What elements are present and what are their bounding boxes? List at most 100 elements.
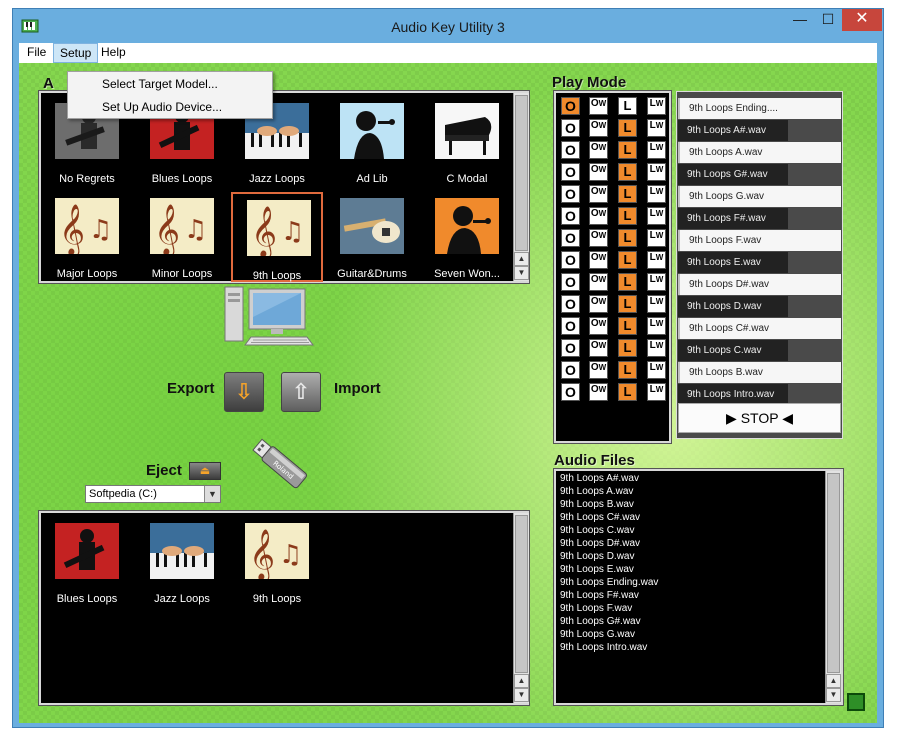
- mode-oneshot-button[interactable]: O: [561, 273, 580, 291]
- audio-file-item[interactable]: 9th Loops G.wav: [560, 629, 635, 640]
- audio-files-scroll-up-button[interactable]: ▲: [826, 674, 841, 688]
- playlist-slot[interactable]: 9th Loops Ending....: [678, 98, 841, 119]
- export-button[interactable]: ⇩: [224, 372, 264, 412]
- mode-loop-button[interactable]: L: [618, 119, 637, 137]
- mode-oneshot-wait-button[interactable]: OW: [589, 383, 608, 401]
- mode-oneshot-button[interactable]: O: [561, 141, 580, 159]
- mode-loop-wait-button[interactable]: LW: [647, 185, 666, 203]
- usb-content-tile[interactable]: Blues Loops: [41, 517, 133, 607]
- mode-oneshot-button[interactable]: O: [561, 207, 580, 225]
- playlist-slot[interactable]: 9th Loops A#.wav: [678, 120, 788, 141]
- audio-files-scrollbar[interactable]: ▲ ▼: [825, 471, 841, 703]
- audio-files-scroll-thumb[interactable]: [827, 473, 840, 673]
- drive-dropdown-arrow-icon[interactable]: ▼: [204, 486, 220, 502]
- mode-oneshot-wait-button[interactable]: OW: [589, 141, 608, 159]
- mode-oneshot-button[interactable]: O: [561, 361, 580, 379]
- mode-oneshot-button[interactable]: O: [561, 295, 580, 313]
- audio-file-item[interactable]: 9th Loops C.wav: [560, 525, 635, 536]
- mode-loop-button[interactable]: L: [618, 185, 637, 203]
- mode-oneshot-wait-button[interactable]: OW: [589, 119, 608, 137]
- mode-loop-button[interactable]: L: [618, 207, 637, 225]
- playlist-slot[interactable]: 9th Loops Intro.wav: [678, 384, 788, 405]
- playlist-slot[interactable]: 9th Loops E.wav: [678, 252, 788, 273]
- title-bar[interactable]: Audio Key Utility 3 — ☐ ✕: [13, 9, 883, 43]
- library-tile[interactable]: C Modal: [421, 97, 513, 187]
- mode-oneshot-wait-button[interactable]: OW: [589, 317, 608, 335]
- mode-oneshot-button[interactable]: O: [561, 97, 580, 115]
- mode-oneshot-wait-button[interactable]: OW: [589, 251, 608, 269]
- library-scroll-thumb[interactable]: [515, 95, 528, 251]
- mode-loop-button[interactable]: L: [618, 361, 637, 379]
- playlist-slot[interactable]: 9th Loops F.wav: [678, 230, 841, 251]
- maximize-button[interactable]: ☐: [814, 9, 842, 31]
- usb-content-scroll-down-button[interactable]: ▼: [514, 688, 529, 702]
- mode-loop-wait-button[interactable]: LW: [647, 295, 666, 313]
- mode-loop-wait-button[interactable]: LW: [647, 141, 666, 159]
- mode-oneshot-button[interactable]: O: [561, 383, 580, 401]
- audio-file-item[interactable]: 9th Loops Ending.wav: [560, 577, 658, 588]
- mode-loop-wait-button[interactable]: LW: [647, 97, 666, 115]
- library-tile[interactable]: 𝄞 ♫ Major Loops: [41, 192, 133, 282]
- mode-loop-button[interactable]: L: [618, 97, 637, 115]
- mode-oneshot-button[interactable]: O: [561, 317, 580, 335]
- library-tile[interactable]: Guitar&Drums: [326, 192, 418, 282]
- mode-oneshot-button[interactable]: O: [561, 229, 580, 247]
- library-scrollbar[interactable]: ▲ ▼: [513, 93, 529, 281]
- playlist-slot[interactable]: 9th Loops C.wav: [678, 340, 788, 361]
- eject-button[interactable]: ⏏: [189, 462, 221, 480]
- mode-oneshot-button[interactable]: O: [561, 119, 580, 137]
- mode-loop-wait-button[interactable]: LW: [647, 251, 666, 269]
- library-tile[interactable]: 𝄞 ♫ Minor Loops: [136, 192, 228, 282]
- mode-oneshot-button[interactable]: O: [561, 339, 580, 357]
- audio-file-item[interactable]: 9th Loops G#.wav: [560, 616, 641, 627]
- import-button[interactable]: ⇧: [281, 372, 321, 412]
- mode-loop-wait-button[interactable]: LW: [647, 119, 666, 137]
- mode-loop-button[interactable]: L: [618, 273, 637, 291]
- mode-loop-button[interactable]: L: [618, 317, 637, 335]
- menu-setup[interactable]: Setup: [53, 43, 99, 63]
- playlist-slot[interactable]: 9th Loops D.wav: [678, 296, 788, 317]
- audio-file-item[interactable]: 9th Loops C#.wav: [560, 512, 640, 523]
- mode-oneshot-wait-button[interactable]: OW: [589, 273, 608, 291]
- usb-content-tile[interactable]: Jazz Loops: [136, 517, 228, 607]
- playlist-slot[interactable]: 9th Loops G#.wav: [678, 164, 788, 185]
- library-scroll-up-button[interactable]: ▲: [514, 252, 529, 266]
- menu-file[interactable]: File: [21, 43, 52, 63]
- mode-oneshot-wait-button[interactable]: OW: [589, 229, 608, 247]
- audio-file-item[interactable]: 9th Loops A#.wav: [560, 473, 639, 484]
- library-tile[interactable]: 𝄞 ♫ 9th Loops: [231, 192, 323, 282]
- mode-oneshot-wait-button[interactable]: OW: [589, 163, 608, 181]
- mode-oneshot-button[interactable]: O: [561, 185, 580, 203]
- audio-file-item[interactable]: 9th Loops F#.wav: [560, 590, 639, 601]
- playlist-slot[interactable]: 9th Loops B.wav: [678, 362, 841, 383]
- mode-loop-button[interactable]: L: [618, 229, 637, 247]
- playlist-slot[interactable]: 9th Loops C#.wav: [678, 318, 841, 339]
- mode-loop-button[interactable]: L: [618, 383, 637, 401]
- mode-loop-wait-button[interactable]: LW: [647, 229, 666, 247]
- mode-oneshot-wait-button[interactable]: OW: [589, 339, 608, 357]
- mode-loop-button[interactable]: L: [618, 295, 637, 313]
- menu-help[interactable]: Help: [95, 43, 132, 63]
- mode-loop-wait-button[interactable]: LW: [647, 207, 666, 225]
- menu-item-select-target-model[interactable]: Select Target Model...: [102, 77, 218, 91]
- mode-oneshot-button[interactable]: O: [561, 163, 580, 181]
- mode-loop-wait-button[interactable]: LW: [647, 273, 666, 291]
- audio-file-item[interactable]: 9th Loops D#.wav: [560, 538, 640, 549]
- mode-oneshot-wait-button[interactable]: OW: [589, 97, 608, 115]
- mode-loop-wait-button[interactable]: LW: [647, 361, 666, 379]
- resize-grip-icon[interactable]: [847, 693, 865, 711]
- mode-loop-button[interactable]: L: [618, 141, 637, 159]
- audio-file-item[interactable]: 9th Loops B.wav: [560, 499, 634, 510]
- mode-oneshot-wait-button[interactable]: OW: [589, 361, 608, 379]
- library-tile[interactable]: Ad Lib: [326, 97, 418, 187]
- library-tile[interactable]: Seven Won...: [421, 192, 513, 282]
- audio-file-item[interactable]: 9th Loops F.wav: [560, 603, 632, 614]
- mode-loop-button[interactable]: L: [618, 251, 637, 269]
- drive-select[interactable]: Softpedia (C:) ▼: [85, 485, 221, 503]
- mode-oneshot-button[interactable]: O: [561, 251, 580, 269]
- audio-file-item[interactable]: 9th Loops E.wav: [560, 564, 634, 575]
- menu-item-set-up-audio-device[interactable]: Set Up Audio Device...: [102, 100, 222, 114]
- mode-oneshot-wait-button[interactable]: OW: [589, 295, 608, 313]
- playlist-slot[interactable]: 9th Loops A.wav: [678, 142, 841, 163]
- playlist-slot[interactable]: 9th Loops D#.wav: [678, 274, 841, 295]
